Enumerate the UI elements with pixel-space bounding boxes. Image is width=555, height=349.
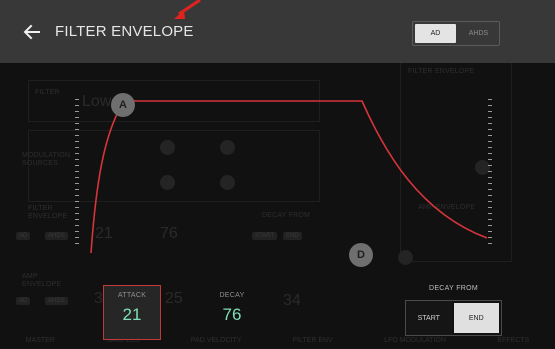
back-arrow-icon[interactable] <box>22 22 42 42</box>
decay-from-buttons: START END <box>405 300 502 336</box>
envelope-mode-toggle: AD AHDS <box>412 21 500 46</box>
attack-handle[interactable]: A <box>111 93 135 117</box>
filter-envelope-screen: FILTER Low MODULATION SOURCES FILTER ENV… <box>0 0 555 349</box>
attack-value: 21 <box>122 305 142 324</box>
decay-handle[interactable]: D <box>349 243 373 267</box>
decay-label: DECAY <box>219 292 245 299</box>
mode-option-ad[interactable]: AD <box>415 24 456 43</box>
header-bar: FILTER ENVELOPE AD AHDS <box>0 0 555 63</box>
decay-value: 76 <box>222 305 242 324</box>
page-title: FILTER ENVELOPE <box>55 23 194 40</box>
mode-option-ahds[interactable]: AHDS <box>458 22 499 45</box>
attack-param[interactable]: ATTACK 21 <box>103 285 161 340</box>
decay-from-control: DECAY FROM START END <box>405 285 502 339</box>
decay-from-end-button[interactable]: END <box>453 303 499 333</box>
decay-from-label: DECAY FROM <box>428 285 479 292</box>
decay-from-start-button[interactable]: START <box>406 301 452 335</box>
attack-label: ATTACK <box>117 292 147 299</box>
annotation-arrow-icon <box>174 0 201 19</box>
decay-param[interactable]: DECAY 76 <box>203 285 261 340</box>
